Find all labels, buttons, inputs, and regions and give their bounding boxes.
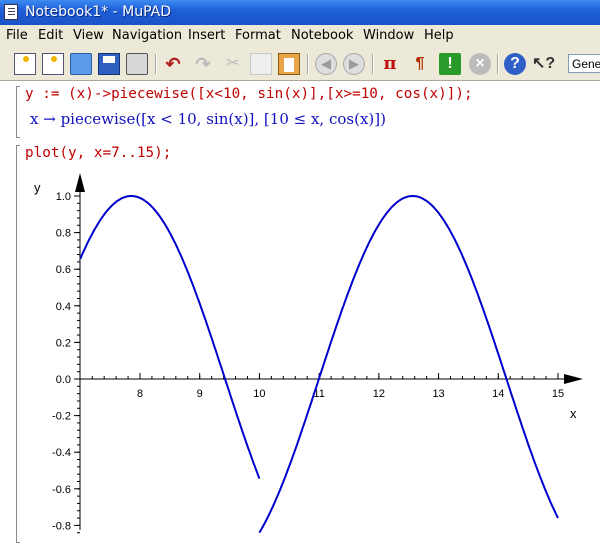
plot-area[interactable]: y x 8 9 10 11 12 13 14 15 1.00.80.60.40.20.0-0.… [0, 0, 600, 550]
x-axis-arrow-icon [564, 374, 583, 384]
x-tick-label: 15 [552, 388, 564, 400]
y-tick-label: -0.6 [52, 484, 71, 496]
y-axis-label: y [34, 180, 41, 195]
y-tick-label: 1.0 [56, 191, 71, 203]
sin-branch-curve [79, 195, 261, 479]
x-tick-label: 12 [373, 388, 385, 400]
x-tick-label: 9 [197, 388, 203, 400]
y-tick-label: 0.2 [56, 337, 71, 349]
y-tick-label: 0.8 [56, 228, 71, 240]
y-tick-label: -0.8 [52, 520, 71, 532]
cos-branch-curve [258, 194, 559, 534]
y-tick-label: -0.2 [52, 411, 71, 423]
y-tick-label: 0.4 [56, 301, 71, 313]
y-tick-label: -0.4 [52, 447, 71, 459]
y-tick-label: 0.6 [56, 264, 71, 276]
x-tick-label: 10 [253, 388, 265, 400]
x-tick-label: 8 [137, 388, 143, 400]
y-tick-label: 0.0 [56, 374, 71, 386]
x-tick-label: 13 [432, 388, 444, 400]
x-tick-label: 14 [492, 388, 504, 400]
x-axis-label: x [570, 406, 577, 421]
